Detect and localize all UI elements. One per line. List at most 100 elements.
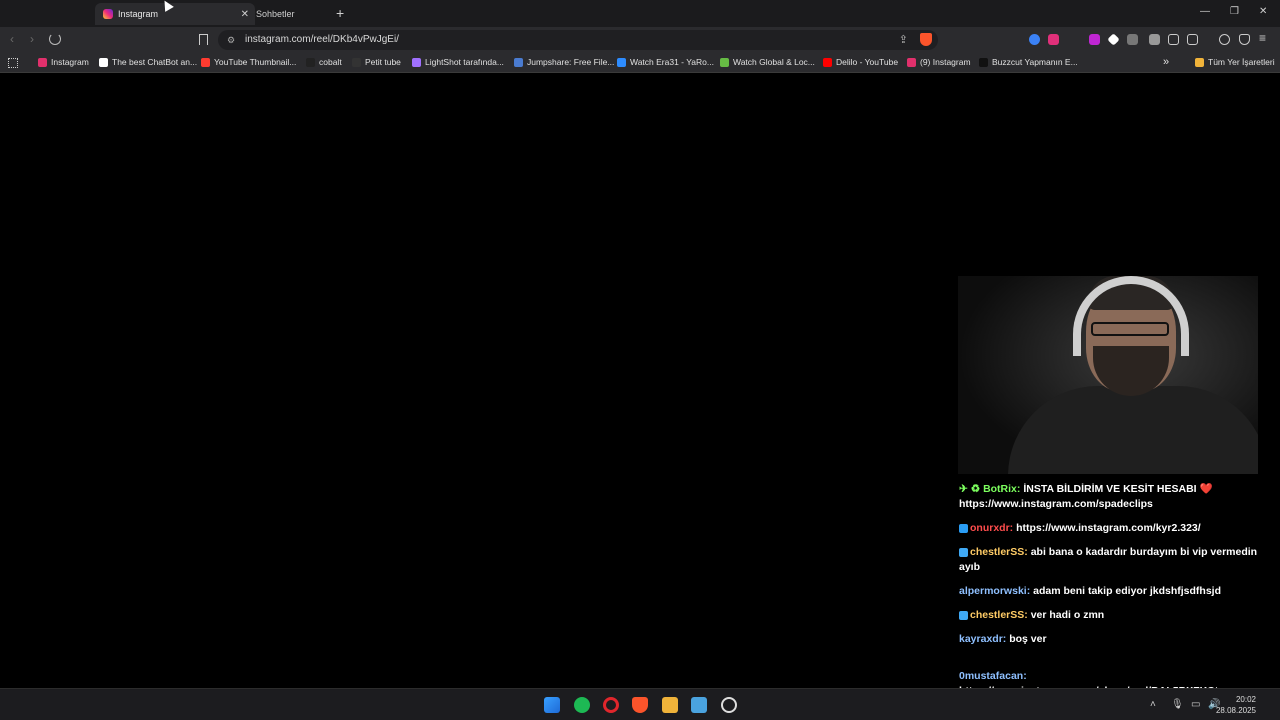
network-icon[interactable]: ▭ [1191,699,1200,710]
chat-username: kayraxdr: [959,633,1007,645]
taskbar: ˄ 🎙 ▭ 🔊 20:02 28.08.2025 [0,688,1280,720]
bookmark-label: Buzzcut Yapmanın E... [992,57,1078,67]
loading-icon[interactable] [49,33,61,45]
media-icon[interactable] [1219,34,1230,45]
bookmark-item[interactable]: Watch Era31 - YaRo... [617,57,714,67]
webcam-overlay [958,276,1258,474]
extension-icon[interactable] [1029,34,1040,45]
bookmark-item[interactable]: LightShot tarafında... [412,57,504,67]
extension-icon[interactable] [1149,34,1160,45]
navigation-toolbar: ‹ › ⚙ instagram.com/reel/DKb4vPwJgEi/ ⇪ … [0,27,1280,53]
chat-username: chestlerSS: [970,546,1028,558]
bookmark-favicon-icon [201,57,210,67]
badge-icon [959,610,968,620]
tab-label: Instagram [118,9,159,19]
bookmark-label: Petit tube [365,57,401,67]
headset-icon [1073,276,1189,356]
chat-text: adam beni takip ediyor jkdshfjsdfhsjd [1033,585,1221,597]
clock-date: 28.08.2025 [1215,706,1256,715]
bookmark-favicon-icon [907,57,916,67]
extension-icon[interactable] [1089,34,1100,45]
extension-icon[interactable] [1107,33,1120,46]
bookmark-label: cobalt [319,57,342,67]
control-panel-icon[interactable] [691,697,707,713]
bookmark-favicon-icon [99,57,108,67]
bookmarks-bar: Instagram The best ChatBot an... YouTube T… [0,53,1280,73]
microphone-icon[interactable]: 🎙 [1171,699,1184,710]
chat-username: chestlerSS: [970,609,1028,621]
chat-text: boş ver [1009,633,1047,645]
forward-icon[interactable]: › [30,32,34,46]
address-bar[interactable]: ⚙ instagram.com/reel/DKb4vPwJgEi/ ⇪ [218,30,938,50]
chat-username: 0mustafacan: [959,670,1027,682]
obs-icon[interactable] [721,697,737,713]
extension-icon[interactable] [1127,34,1138,45]
chat-message: kayraxdr: boş ver [959,632,1269,647]
file-explorer-icon[interactable] [662,697,678,713]
folder-icon [1195,57,1204,67]
chat-badge: ✈ ♻ [959,483,981,495]
all-bookmarks-folder[interactable]: Tüm Yer İşaretleri [1195,57,1275,67]
badge-icon [959,547,968,557]
bookmark-favicon-icon [979,57,988,67]
bookmark-item[interactable]: Jumpshare: Free File... [514,57,614,67]
back-icon[interactable]: ‹ [10,32,14,46]
restore-icon[interactable]: ❐ [1230,6,1239,17]
bookmark-item[interactable]: The best ChatBot an... [99,57,197,67]
vpn-icon[interactable] [1239,34,1250,45]
bookmark-item[interactable]: Watch Global & Loc... [720,57,815,67]
chat-overlay: ✈ ♻ BotRix: İNSTA BİLDİRİM VE KESİT HESA… [959,482,1269,708]
bookmark-favicon-icon [352,57,361,67]
bookmark-label: Jumpshare: Free File... [527,57,615,67]
minimize-icon[interactable]: — [1200,6,1210,17]
chat-message: alpermorwski: adam beni takip ediyor jkd… [959,584,1269,599]
bookmark-favicon-icon [823,57,832,67]
extension-icon[interactable] [1048,34,1059,45]
site-info-icon[interactable]: ⚙ [227,35,235,46]
instagram-icon [103,9,113,19]
bookmark-favicon-icon [720,57,729,67]
tab-label: Sohbetler [256,9,295,19]
brave-icon[interactable] [632,697,648,713]
bookmark-item[interactable]: Buzzcut Yapmanın E... [979,57,1078,67]
close-tab-icon[interactable]: ✕ [241,9,249,20]
bookmark-item[interactable]: YouTube Thumbnail... [201,57,296,67]
chat-message: ✈ ♻ BotRix: İNSTA BİLDİRİM VE KESİT HESA… [959,482,1269,512]
chat-username: alpermorwski: [959,585,1031,597]
brave-shield-icon[interactable] [920,33,932,46]
badge-icon [959,523,968,533]
menu-icon[interactable]: ≡ [1259,31,1266,45]
clock[interactable]: 20:02 28.08.2025 [1216,694,1256,716]
bookmark-favicon-icon [617,57,626,67]
new-tab-button[interactable]: + [336,5,344,21]
bookmark-icon[interactable] [199,34,208,45]
bookmark-label: Watch Era31 - YaRo... [630,57,714,67]
close-window-icon[interactable]: ✕ [1259,6,1267,17]
tab-sohbetler[interactable]: Sohbetler [256,3,336,25]
tab-bar: Instagram ✕ Sohbetler + — ❐ ✕ [0,0,1280,27]
bookmark-favicon-icon [412,57,421,67]
bookmark-item[interactable]: Petit tube [352,57,401,67]
bookmark-label: Delilo - YouTube [836,57,899,67]
spotify-icon[interactable] [574,697,590,713]
share-icon[interactable]: ⇪ [899,33,908,46]
bookmark-item[interactable]: Delilo - YouTube [823,57,898,67]
bookmark-label: The best ChatBot an... [112,57,198,67]
url-text[interactable]: instagram.com/reel/DKb4vPwJgEi/ [245,34,399,45]
bookmark-label: LightShot tarafında... [425,57,504,67]
chat-username: onurxdr: [970,522,1014,534]
bookmark-label: (9) Instagram [920,57,971,67]
apps-grid-icon[interactable] [8,58,18,68]
tray-chevron-icon[interactable]: ˄ [1150,699,1156,710]
opera-icon[interactable] [603,697,619,713]
streamer-body [1008,386,1258,474]
sidebar-icon[interactable] [1187,34,1198,45]
bookmark-item[interactable]: (9) Instagram [907,57,971,67]
bookmark-item[interactable]: Instagram [38,57,89,67]
bookmark-item[interactable]: cobalt [306,57,342,67]
tab-instagram[interactable]: Instagram ✕ [95,3,255,25]
more-bookmarks-icon[interactable]: » [1163,56,1169,68]
windows-start-icon[interactable] [544,697,560,713]
bookmark-favicon-icon [306,57,315,67]
extensions-puzzle-icon[interactable] [1168,34,1179,45]
